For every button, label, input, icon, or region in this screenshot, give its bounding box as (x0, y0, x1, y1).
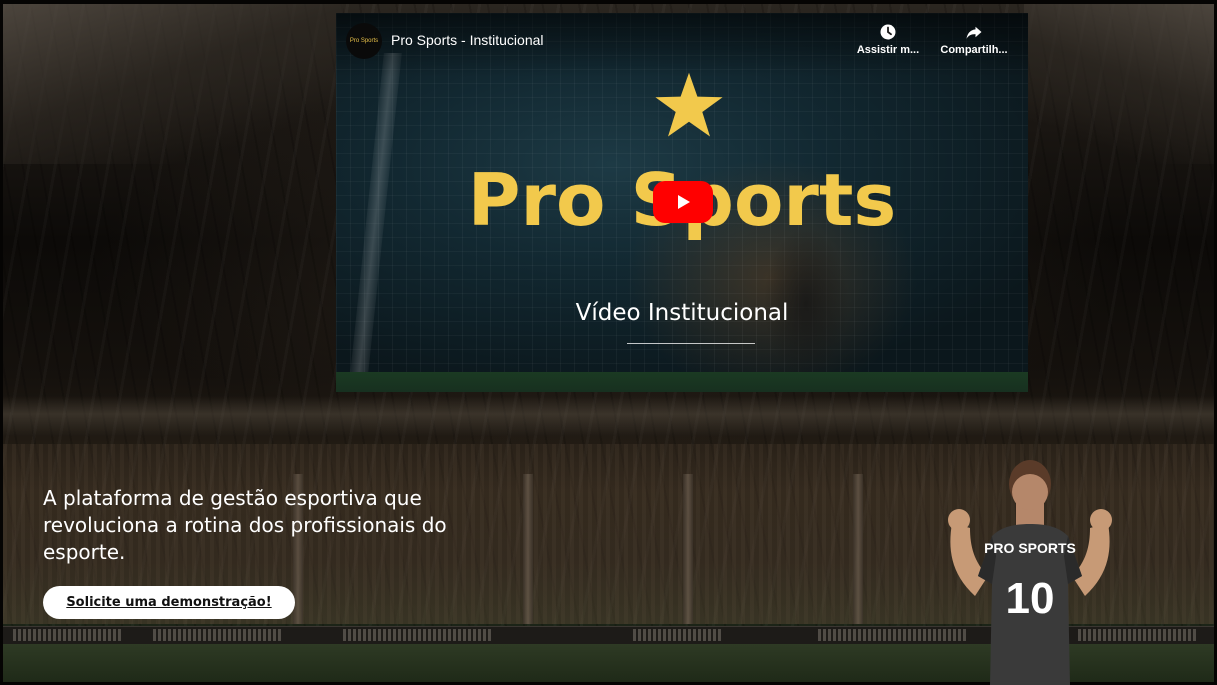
request-demo-button[interactable]: Solicite uma demonstração! (43, 586, 295, 619)
ad-board-text (343, 629, 493, 641)
player-illustration: PRO SPORTS 10 (948, 460, 1112, 685)
clock-icon (880, 24, 896, 40)
stadium-roof-left (3, 4, 343, 164)
share-label: Compartilh... (940, 44, 1008, 56)
ad-board-text (633, 629, 723, 641)
share-icon (966, 26, 982, 39)
stadium-pillar (523, 474, 533, 624)
watch-later-label: Assistir m... (856, 44, 920, 56)
video-subtitle: Vídeo Institucional (575, 300, 789, 326)
stadium-roof-right (1024, 4, 1214, 164)
play-button[interactable] (653, 181, 713, 223)
stadium-ring (3, 396, 1214, 436)
hero-tagline: A plataforma de gestão esportiva que rev… (43, 486, 447, 564)
jersey-name: PRO SPORTS (984, 540, 1076, 556)
subtitle-underline (627, 343, 755, 344)
channel-avatar[interactable]: Pro Sports (346, 23, 382, 59)
video-turf (336, 372, 1028, 392)
stadium-pillar (853, 474, 863, 624)
jersey-number: 10 (1006, 574, 1055, 623)
video-title[interactable]: Pro Sports - Institucional (391, 32, 544, 48)
youtube-embed[interactable]: Pro Sports Pro Sports - Institucional As… (336, 13, 1028, 392)
ad-board-text (13, 629, 123, 641)
ad-board-text (153, 629, 283, 641)
channel-avatar-text: Pro Sports (349, 38, 379, 44)
play-icon (678, 195, 690, 209)
star-icon (655, 72, 723, 137)
stadium-pillar (683, 474, 693, 624)
watch-later-button[interactable]: Assistir m... (848, 21, 928, 56)
share-button[interactable]: Compartilh... (934, 21, 1014, 56)
